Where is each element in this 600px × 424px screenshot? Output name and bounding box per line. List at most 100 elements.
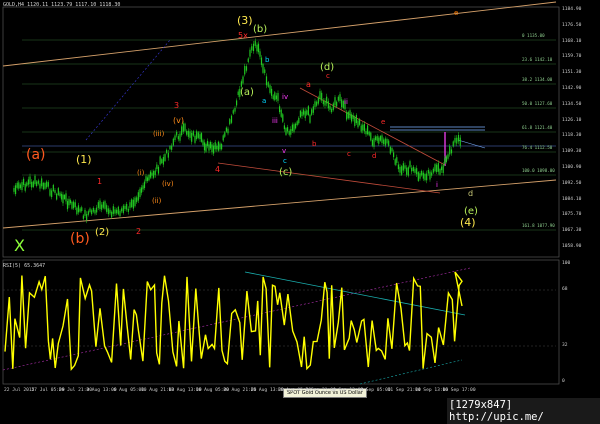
- candle-body: [142, 185, 144, 190]
- candle-body: [31, 181, 33, 188]
- candle-body: [121, 208, 123, 212]
- candle-body: [174, 135, 176, 141]
- candle-body: [169, 146, 171, 150]
- wave-label: b: [312, 140, 317, 148]
- candle-body: [194, 135, 196, 143]
- candle-body: [39, 183, 41, 189]
- candle-body: [346, 111, 348, 120]
- rsi-trend-lower: [359, 359, 463, 385]
- candle-body: [232, 110, 234, 114]
- candle-body: [360, 125, 362, 132]
- fib-level-label: 38.2 1134.00: [522, 77, 553, 82]
- price-axis-label: 1126.10: [562, 117, 582, 123]
- candle-body: [450, 149, 453, 154]
- candle-body: [176, 131, 178, 136]
- candle-body: [62, 194, 64, 204]
- candle-body: [295, 123, 297, 129]
- candle-body: [162, 157, 164, 165]
- candle-body: [219, 143, 221, 150]
- candle-body: [116, 209, 118, 214]
- candle-body: [184, 123, 186, 131]
- candle-body: [429, 171, 431, 180]
- candle-body: [54, 190, 56, 194]
- candle-body: [373, 138, 375, 147]
- candle-body: [417, 172, 419, 181]
- candle-body: [388, 140, 390, 146]
- candle-body: [82, 215, 84, 219]
- price-axis-label: 1142.90: [562, 86, 582, 91]
- candle-body: [393, 152, 395, 158]
- candle-body: [444, 158, 446, 164]
- candle-body: [240, 81, 242, 87]
- candle-body: [354, 117, 356, 126]
- candle-body: [252, 43, 255, 52]
- rsi-trend-cyan: [244, 271, 466, 316]
- candle-body: [151, 172, 153, 176]
- fib-level-label: 76.4 1112.50: [522, 145, 553, 150]
- candle-body: [332, 103, 334, 110]
- candle-body: [217, 141, 219, 151]
- candle-body: [69, 200, 72, 204]
- candle-body: [407, 167, 409, 176]
- candle-body: [114, 209, 116, 214]
- candle-body: [296, 121, 298, 125]
- candle-body: [13, 188, 15, 192]
- wave-label: (2): [95, 227, 110, 238]
- candle-body: [409, 161, 411, 168]
- candle-body: [51, 190, 53, 198]
- candle-body: [41, 178, 43, 187]
- candle-body: [81, 207, 83, 212]
- candle-body: [396, 157, 398, 163]
- candle-body: [404, 165, 406, 169]
- candle-body: [317, 97, 319, 104]
- candle-body: [274, 92, 276, 101]
- candle-body: [117, 206, 119, 215]
- candle-body: [316, 101, 318, 106]
- wave-label: (b): [70, 231, 90, 247]
- candle-body: [16, 182, 18, 188]
- candle-body: [394, 159, 396, 165]
- candle-body: [367, 125, 369, 135]
- candle-body: [365, 131, 367, 135]
- candle-body: [211, 144, 213, 153]
- candle-body: [18, 182, 20, 189]
- candle-body: [434, 164, 436, 172]
- candle-body: [36, 181, 38, 187]
- candle-body: [327, 101, 329, 109]
- price-axis-label: 1184.90: [562, 7, 582, 12]
- wave-label: 5x: [238, 31, 248, 40]
- chart-canvas[interactable]: [0, 0, 600, 416]
- candle-body: [383, 139, 385, 144]
- wave-label: v: [282, 147, 287, 155]
- candle-body: [227, 128, 229, 134]
- wave-label: a: [306, 80, 311, 89]
- candle-body: [202, 140, 204, 146]
- candle-body: [143, 181, 146, 189]
- candle-body: [339, 94, 341, 102]
- candle-body: [23, 178, 25, 185]
- candle-body: [419, 173, 421, 179]
- candle-body: [129, 202, 131, 208]
- wave-label: e: [454, 9, 459, 17]
- candle-body: [283, 125, 285, 130]
- candle-body: [298, 117, 300, 124]
- candle-body: [132, 199, 134, 209]
- candle-body: [102, 201, 104, 208]
- candle-body: [456, 137, 458, 144]
- candle-body: [222, 135, 224, 141]
- time-axis-label: 2 Sep 21:00: [305, 388, 336, 393]
- price-axis-label: 1100.90: [562, 165, 582, 170]
- candle-body: [65, 193, 67, 202]
- candle-body: [131, 199, 133, 207]
- candle-body: [156, 164, 158, 169]
- candle-body: [257, 43, 260, 53]
- price-axis-label: 1134.50: [562, 101, 582, 107]
- candle-body: [399, 166, 401, 173]
- candle-body: [271, 88, 273, 96]
- candle-body: [311, 109, 313, 115]
- candle-body: [245, 66, 248, 71]
- wave-label: d: [372, 152, 377, 160]
- candle-body: [355, 115, 357, 124]
- candle-body: [21, 182, 23, 191]
- fib-level-label: 0 1135.00: [522, 33, 545, 38]
